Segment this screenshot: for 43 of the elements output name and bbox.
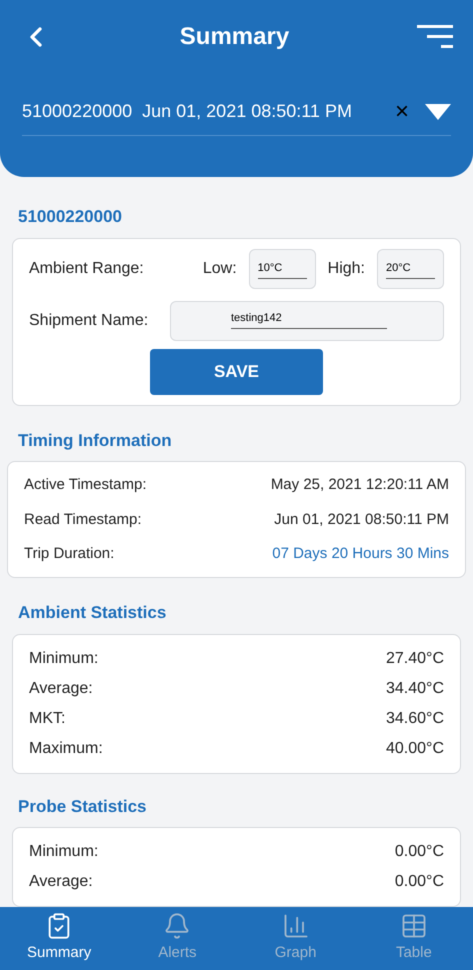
save-button[interactable]: SAVE xyxy=(150,348,323,394)
stat-value: 27.40°C xyxy=(386,648,444,668)
selector-value: 51000220000 Jun 01, 2021 08:50:11 PM xyxy=(22,100,353,123)
stat-value: 0.00°C xyxy=(394,842,444,862)
high-value: 20°C xyxy=(386,260,435,279)
high-label: High: xyxy=(328,258,365,278)
timing-value: May 25, 2021 12:20:11 AM xyxy=(270,475,449,495)
shipment-selector[interactable]: 51000220000 Jun 01, 2021 08:50:11 PM × xyxy=(22,98,451,136)
stat-value: 34.60°C xyxy=(386,708,444,728)
chart-icon xyxy=(282,912,310,940)
section-heading: Probe Statistics xyxy=(18,796,148,818)
ambient-range-label: Ambient Range: xyxy=(29,258,145,278)
stat-label: Average: xyxy=(29,678,93,698)
timing-label: Active Timestamp: xyxy=(24,475,147,495)
nav-tab[interactable]: Summary xyxy=(0,907,118,970)
stat-label: MKT: xyxy=(29,708,66,728)
stat-label: Maximum: xyxy=(29,738,103,758)
high-field[interactable]: 20°C xyxy=(377,248,444,288)
timing-label: Read Timestamp: xyxy=(24,510,142,530)
timing-label: Trip Duration: xyxy=(24,544,114,564)
page-title: Summary xyxy=(180,22,290,52)
dropdown-icon[interactable] xyxy=(425,104,451,120)
section-heading: 51000220000 xyxy=(18,206,124,228)
stat-label: Minimum: xyxy=(29,842,98,862)
bell-icon xyxy=(163,912,192,940)
shipment-name-field[interactable]: testing142 xyxy=(170,300,444,340)
section-heading: Ambient Statistics xyxy=(18,602,168,624)
stat-label: Minimum: xyxy=(29,648,98,668)
stat-value: 0.00°C xyxy=(394,872,444,892)
stat-value: 34.40°C xyxy=(386,678,444,698)
timing-value: 07 Days 20 Hours 30 Mins xyxy=(272,544,449,564)
stat-value: 40.00°C xyxy=(386,738,444,758)
clear-button[interactable]: × xyxy=(394,100,409,124)
menu-icon[interactable] xyxy=(416,25,453,49)
low-field[interactable]: 10°C xyxy=(248,248,316,288)
table-icon xyxy=(400,912,428,940)
low-label: Low: xyxy=(202,258,237,278)
shipment-name-value: testing142 xyxy=(231,310,387,329)
shipment-name-label: Shipment Name: xyxy=(29,310,150,330)
stat-label: Average: xyxy=(29,872,93,892)
low-value: 10°C xyxy=(258,260,307,279)
section-heading: Timing Information xyxy=(18,430,173,452)
timing-value: Jun 01, 2021 08:50:11 PM xyxy=(274,510,449,530)
